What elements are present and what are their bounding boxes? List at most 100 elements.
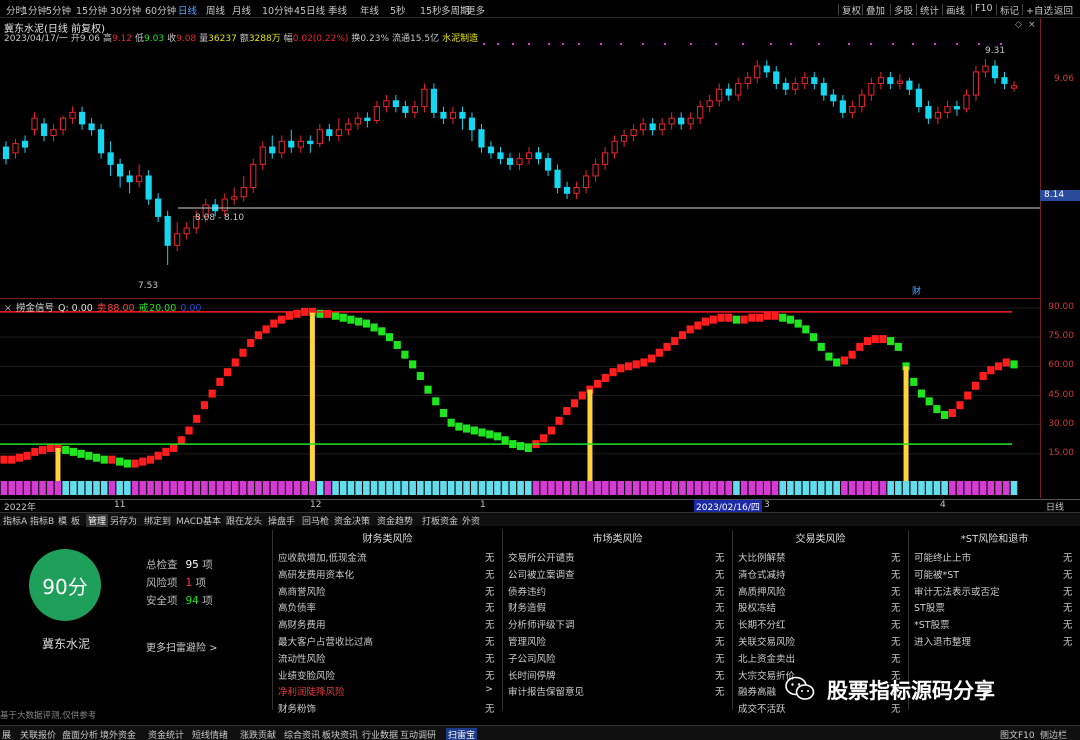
risk-item[interactable]: 业绩变脸风险 [278, 668, 335, 682]
risk-item[interactable]: 关联交易风险 [738, 634, 795, 648]
risk-item[interactable]: 高商誉风险 [278, 584, 326, 598]
more-risk-link[interactable]: 更多扫雷避险 > [146, 639, 218, 654]
bottom-tab[interactable]: 境外资金 [100, 728, 136, 740]
risk-item[interactable]: 高财务费用 [278, 617, 326, 631]
risk-item[interactable]: 交易所公开谴责 [508, 550, 575, 564]
risk-item[interactable]: 净利润陡降风险 [278, 684, 345, 698]
period-tab[interactable]: 10分钟 [262, 3, 293, 17]
risk-item[interactable]: 大比例解禁 [738, 550, 786, 564]
indicator-tab[interactable]: 操盘手 [268, 514, 295, 527]
indicator-tab[interactable]: 绑定到 [144, 514, 171, 527]
bottom-tab[interactable]: 短线情绪 [192, 728, 228, 740]
bottom-right-tab[interactable]: 侧边栏 [1040, 728, 1067, 740]
toolbar-button[interactable]: +自选 [1026, 3, 1053, 17]
period-tab[interactable]: 1分钟 [22, 3, 47, 17]
bottom-tab[interactable]: 资金统计 [148, 728, 184, 740]
risk-item[interactable]: 成交不活跃 [738, 701, 786, 715]
period-tab[interactable]: 季线 [328, 3, 347, 17]
indicator-tab[interactable]: 资金趋势 [377, 514, 413, 527]
period-tab[interactable]: 日线 [178, 3, 197, 17]
settings-icon[interactable]: ◇ [1015, 20, 1022, 30]
toolbar-button[interactable]: F10 [975, 3, 993, 14]
bottom-tab[interactable]: 涨跌贡献 [240, 728, 276, 740]
indicator-tab[interactable]: 打板资金 [422, 514, 458, 527]
bottom-right-tab[interactable]: 图文F10 [1000, 728, 1035, 740]
period-tab[interactable]: 更多 [466, 3, 485, 17]
risk-item[interactable]: 可能终止上市 [914, 550, 971, 564]
risk-item[interactable]: 应收款增加,低现金流 [278, 550, 367, 564]
risk-item[interactable]: 融券高融 [738, 684, 776, 698]
period-tab[interactable]: 45日线 [294, 3, 325, 17]
toolbar-button[interactable]: 画线 [946, 3, 965, 17]
indicator-tab[interactable]: 指标B [30, 514, 54, 527]
period-tab[interactable]: 年线 [360, 3, 379, 17]
candle-body [183, 227, 190, 235]
indicator-tab[interactable]: 指标A [3, 514, 27, 527]
indicator-tab[interactable]: 模 [58, 514, 67, 527]
indicator-bar [38, 445, 47, 454]
risk-item[interactable]: 财务造假 [508, 600, 546, 614]
indicator-tab[interactable]: 管理 [86, 514, 109, 527]
toolbar-separator [916, 4, 917, 15]
foot-bar [255, 481, 262, 495]
risk-item[interactable]: 北上资金卖出 [738, 651, 795, 665]
indicator-tab[interactable]: 跟在龙头 [226, 514, 262, 527]
risk-item[interactable]: 子公司风险 [508, 651, 556, 665]
risk-item[interactable]: 清仓式减持 [738, 567, 786, 581]
indicator-tab[interactable]: 资金决策 [334, 514, 370, 527]
risk-item[interactable]: 分析师评级下调 [508, 617, 575, 631]
close-icon[interactable]: × [1028, 20, 1036, 30]
risk-item[interactable]: 高质押风险 [738, 584, 786, 598]
risk-item[interactable]: 可能被*ST [914, 567, 959, 581]
bottom-tab[interactable]: 综合资讯 [284, 728, 320, 740]
indicator-tab[interactable]: 回马枪 [302, 514, 329, 527]
bottom-tab[interactable]: 板块资讯 [322, 728, 358, 740]
risk-item[interactable]: 高研发费用资本化 [278, 567, 354, 581]
risk-item[interactable]: 财务粉饰 [278, 701, 316, 715]
bottom-tab[interactable]: 扫雷宝 [446, 728, 478, 740]
foot-bar [39, 481, 46, 495]
period-tab[interactable]: 周线 [206, 3, 225, 17]
risk-item[interactable]: 公司被立案调查 [508, 567, 575, 581]
risk-item[interactable]: 股权冻结 [738, 600, 776, 614]
risk-item[interactable]: ST股票 [914, 600, 945, 614]
bottom-tab[interactable]: 行业数据 [362, 728, 398, 740]
risk-item[interactable]: 长期不分红 [738, 617, 786, 631]
bottom-tab[interactable]: 盘面分析 [62, 728, 98, 740]
toolbar-button[interactable]: 叠加 [866, 3, 885, 17]
toolbar-button[interactable]: 返回 [1054, 3, 1073, 17]
indicator-close-icon[interactable]: × [4, 303, 12, 314]
indicator-chart[interactable] [0, 298, 1040, 498]
period-tab[interactable]: 60分钟 [145, 3, 176, 17]
indicator-tab[interactable]: 板 [71, 514, 80, 527]
toolbar-button[interactable]: 复权 [842, 3, 861, 17]
risk-item[interactable]: *ST股票 [914, 617, 950, 631]
bottom-tab[interactable]: 关联报价 [20, 728, 56, 740]
period-tab[interactable]: 15秒 [420, 3, 442, 17]
risk-item[interactable]: 最大客户占营收比过高 [278, 634, 373, 648]
bottom-tab[interactable]: 展 [2, 728, 11, 740]
toolbar-button[interactable]: 统计 [920, 3, 939, 17]
indicator-tab[interactable]: 另存为 [110, 514, 137, 527]
toolbar-button[interactable]: 标记 [1000, 3, 1019, 17]
period-tab[interactable]: 30分钟 [110, 3, 141, 17]
risk-item[interactable]: 长时间停牌 [508, 668, 556, 682]
bottom-tab[interactable]: 互动调研 [400, 728, 436, 740]
period-tab[interactable]: 5分钟 [46, 3, 71, 17]
risk-item[interactable]: 审计无法表示或否定 [914, 584, 1000, 598]
indicator-tab[interactable]: 外资 [462, 514, 480, 527]
period-tab[interactable]: 5秒 [390, 3, 406, 17]
candlestick-chart[interactable]: 8.08 - 8.10 7.53 9.31 财 [0, 18, 1040, 298]
risk-item[interactable]: 流动性风险 [278, 651, 326, 665]
period-tab[interactable]: 月线 [232, 3, 251, 17]
risk-item[interactable]: 管理风险 [508, 634, 546, 648]
period-tab[interactable]: 15分钟 [76, 3, 107, 17]
risk-item[interactable]: 高负债率 [278, 600, 316, 614]
foot-bar [393, 481, 401, 495]
risk-item[interactable]: 审计报告保留意见 [508, 684, 584, 698]
risk-item[interactable]: 债券违约 [508, 584, 546, 598]
toolbar-button[interactable]: 多股 [894, 3, 913, 17]
risk-item[interactable]: 进入退市整理 [914, 634, 971, 648]
candle-body [345, 123, 352, 131]
indicator-tab[interactable]: MACD基本 [176, 514, 221, 527]
